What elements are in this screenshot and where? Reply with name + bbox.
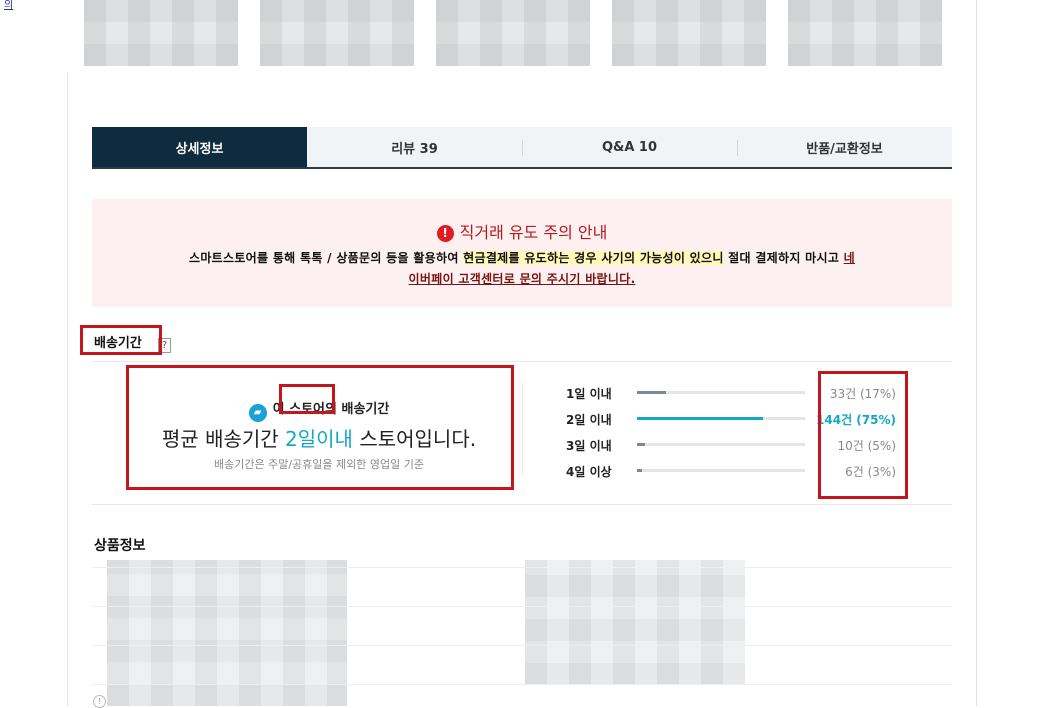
blurred-product-table (525, 560, 745, 685)
table-line (92, 645, 952, 646)
content-border-right (976, 0, 977, 706)
naverpay-support-link[interactable]: 네 (844, 251, 855, 265)
detail-tabs: 상세정보 리뷰 39 Q&A 10 반품/교환정보 (92, 127, 952, 169)
distribution-bar (637, 469, 805, 472)
exclamation-icon: ! (436, 225, 454, 242)
divider (92, 361, 952, 362)
blurred-header-block (260, 0, 414, 66)
distribution-bar (637, 391, 805, 394)
annotation-box (80, 325, 162, 355)
annotation-box (279, 384, 335, 414)
tab-review[interactable]: 리뷰 39 (307, 127, 522, 167)
info-icon: ! (93, 695, 106, 708)
distribution-bar (637, 443, 805, 446)
blurred-header-block (788, 0, 942, 66)
distribution-bar (637, 417, 805, 420)
table-line (92, 567, 952, 568)
content-border-left (67, 72, 68, 706)
blurred-header-block (612, 0, 766, 66)
divider (522, 383, 523, 475)
annotation-box (818, 371, 908, 499)
tab-return-exchange[interactable]: 반품/교환정보 (737, 127, 952, 167)
blurred-header-block (84, 0, 238, 66)
table-line (92, 684, 952, 685)
top-link[interactable]: 의 (4, 0, 13, 11)
blurred-header-block (436, 0, 590, 66)
warning-body: 스마트스토어를 통해 톡톡 / 상품문의 등을 활용하여 현금결제를 유도하는 … (188, 251, 856, 286)
divider (92, 504, 952, 505)
direct-trade-warning: ! 직거래 유도 주의 안내 스마트스토어를 통해 톡톡 / 상품문의 등을 활용… (92, 199, 952, 307)
product-info-title: 상품정보 (94, 538, 146, 554)
naverpay-support-link[interactable]: 이버페이 고객센터로 문의 주시기 바랍니다. (409, 272, 636, 286)
table-line (92, 606, 952, 607)
tab-qna[interactable]: Q&A 10 (522, 127, 737, 167)
tab-detail[interactable]: 상세정보 (92, 127, 307, 167)
warning-highlight: 현금결제를 유도하는 경우 사기의 가능성이 있으니 (463, 251, 724, 265)
warning-title: ! 직거래 유도 주의 안내 (92, 219, 952, 243)
